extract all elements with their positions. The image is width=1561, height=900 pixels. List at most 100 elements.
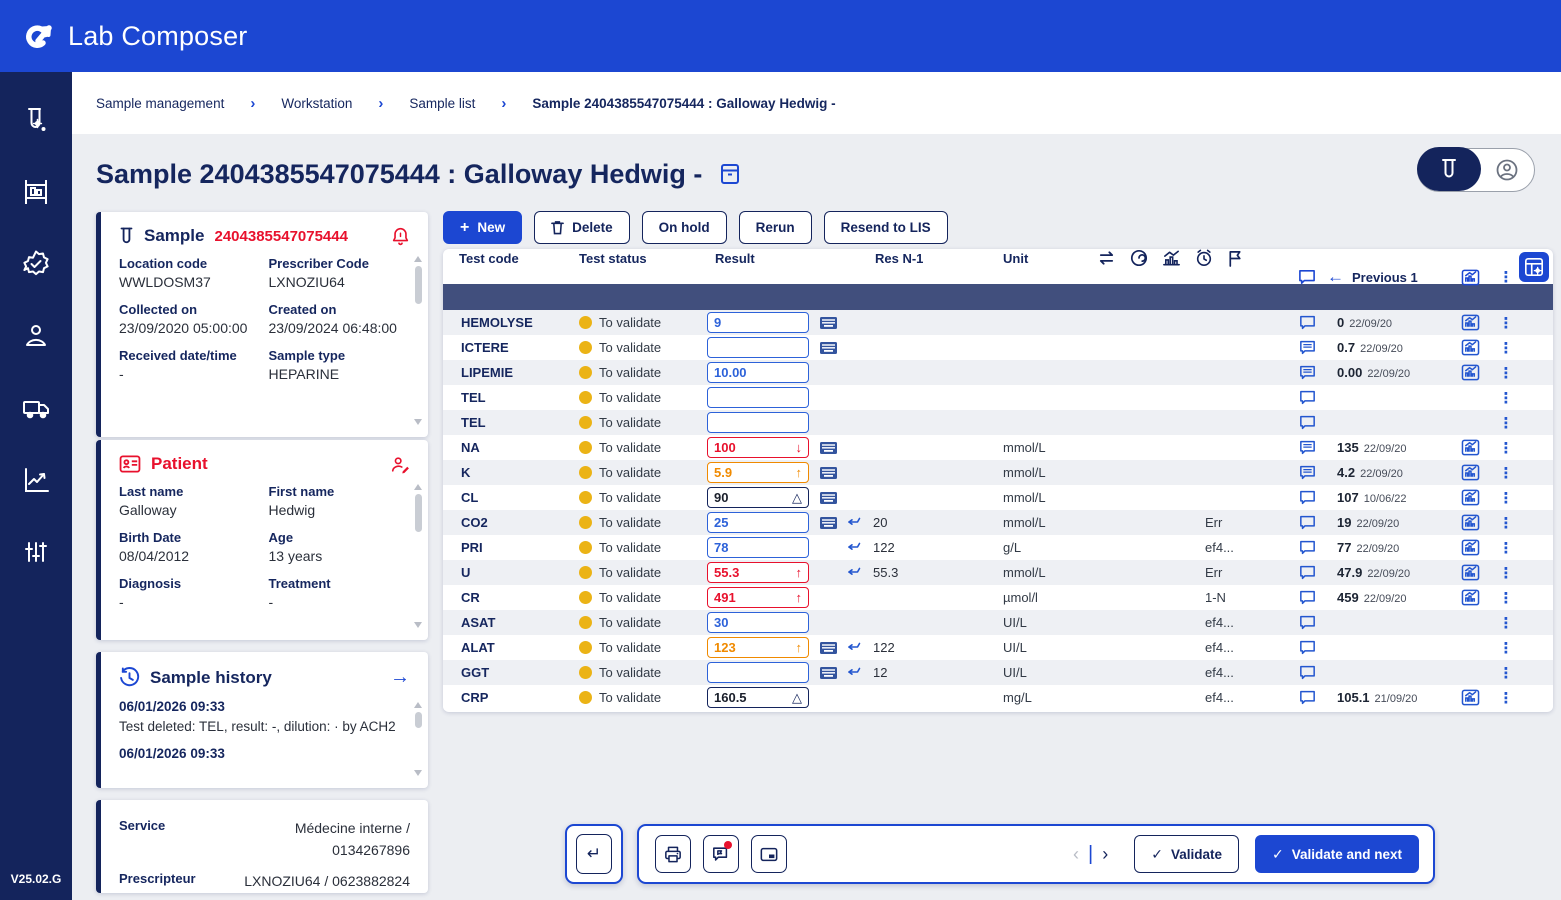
history-chart-column-icon[interactable] (1449, 269, 1491, 286)
table-row[interactable]: ALAT To validate 123↑ 122 UI/L ef4... ⋮ (443, 635, 1553, 660)
keyboard-entry-button[interactable] (815, 667, 841, 679)
table-row[interactable]: TEL To validate ⋮ (443, 385, 1553, 410)
result-input[interactable]: 160.5△ (707, 687, 809, 708)
breadcrumb-item[interactable]: Workstation (281, 96, 352, 111)
table-row[interactable]: NA To validate 100↓ mmol/L 13522/09/20 ⋮ (443, 435, 1553, 460)
tube-view-toggle[interactable] (1417, 147, 1481, 191)
sidebar-item-patient[interactable] (0, 300, 72, 372)
table-row[interactable]: ICTERE To validate 0.722/09/20 ⋮ (443, 335, 1553, 360)
row-comment-button[interactable] (1287, 390, 1327, 405)
result-input[interactable] (707, 412, 809, 433)
result-input[interactable]: 5.9↑ (707, 462, 809, 483)
row-chart-button[interactable] (1449, 464, 1491, 481)
result-input[interactable] (707, 337, 809, 358)
result-input[interactable]: 30 (707, 612, 809, 633)
breadcrumb-item[interactable]: Sample management (96, 96, 224, 111)
rerun-column-icon[interactable] (1097, 250, 1116, 266)
dilution-column-icon[interactable] (1130, 249, 1148, 267)
selected-row-bar[interactable] (443, 284, 1553, 310)
row-kebab-icon[interactable]: ⋮ (1491, 664, 1521, 682)
result-input[interactable]: 123↑ (707, 637, 809, 658)
table-row[interactable]: ASAT To validate 30 UI/L ef4... ⋮ (443, 610, 1553, 635)
row-chart-button[interactable] (1449, 314, 1491, 331)
row-kebab-icon[interactable]: ⋮ (1491, 464, 1521, 482)
result-input[interactable]: 10.00 (707, 362, 809, 383)
table-row[interactable]: U To validate 55.3↑ 55.3 mmol/L Err 47.9… (443, 560, 1553, 585)
table-row[interactable]: CO2 To validate 25 20 mmol/L Err 1922/09… (443, 510, 1553, 535)
sidebar-item-statistics[interactable] (0, 444, 72, 516)
table-row[interactable]: LIPEMIE To validate 10.00 0.0022/09/20 ⋮ (443, 360, 1553, 385)
card-reader-button[interactable] (751, 835, 787, 873)
sample-card-scrollbar[interactable] (413, 256, 423, 425)
row-kebab-icon[interactable]: ⋮ (1491, 564, 1521, 582)
return-button[interactable]: ↵ (576, 834, 612, 874)
comment-column-icon[interactable] (1287, 269, 1327, 285)
row-comment-button[interactable] (1287, 465, 1327, 480)
row-chart-button[interactable] (1449, 339, 1491, 356)
alarm-column-icon[interactable] (1195, 249, 1213, 267)
patient-card-scrollbar[interactable] (413, 484, 423, 628)
validate-and-next-button[interactable]: ✓ Validate and next (1255, 835, 1419, 873)
row-comment-button[interactable] (1287, 440, 1327, 455)
row-chart-button[interactable] (1449, 689, 1491, 706)
row-comment-button[interactable] (1287, 590, 1327, 605)
alarm-bell-icon[interactable] (391, 226, 410, 246)
breadcrumb-item[interactable]: Sample list (409, 96, 475, 111)
row-comment-button[interactable] (1287, 415, 1327, 430)
row-comment-button[interactable] (1287, 540, 1327, 555)
table-row[interactable]: GGT To validate 12 UI/L ef4... ⋮ (443, 660, 1553, 685)
keyboard-entry-button[interactable] (815, 442, 841, 454)
validate-button[interactable]: ✓ Validate (1134, 835, 1239, 873)
chart-column-icon[interactable] (1162, 250, 1181, 266)
table-row[interactable]: PRI To validate 78 122 g/L ef4... 7722/0… (443, 535, 1553, 560)
row-kebab-icon[interactable]: ⋮ (1491, 639, 1521, 657)
table-row[interactable]: TEL To validate ⋮ (443, 410, 1553, 435)
result-input[interactable] (707, 387, 809, 408)
row-chart-button[interactable] (1449, 514, 1491, 531)
table-row[interactable]: CL To validate 90△ mmol/L 10710/06/22 ⋮ (443, 485, 1553, 510)
result-input[interactable]: 78 (707, 537, 809, 558)
row-comment-button[interactable] (1287, 490, 1327, 505)
keyboard-entry-button[interactable] (815, 517, 841, 529)
resend-to-lis-button[interactable]: Resend to LIS (824, 211, 948, 244)
row-kebab-icon[interactable]: ⋮ (1491, 314, 1521, 332)
row-chart-button[interactable] (1449, 589, 1491, 606)
table-row[interactable]: CRP To validate 160.5△ mg/L ef4... 105.1… (443, 685, 1553, 710)
row-chart-button[interactable] (1449, 564, 1491, 581)
table-row[interactable]: HEMOLYSE To validate 9 022/09/20 ⋮ (443, 310, 1553, 335)
on-hold-button[interactable]: On hold (642, 211, 727, 244)
row-comment-button[interactable] (1287, 615, 1327, 630)
result-input[interactable]: 100↓ (707, 437, 809, 458)
keyboard-entry-button[interactable] (815, 492, 841, 504)
row-kebab-icon[interactable]: ⋮ (1491, 614, 1521, 632)
sidebar-item-transport[interactable] (0, 372, 72, 444)
rerun-button[interactable]: Rerun (739, 211, 812, 244)
person-view-toggle[interactable] (1481, 158, 1535, 182)
row-kebab-icon[interactable]: ⋮ (1491, 689, 1521, 707)
row-kebab-icon[interactable]: ⋮ (1491, 364, 1521, 382)
keyboard-entry-button[interactable] (815, 467, 841, 479)
comment-flag-button[interactable] (703, 835, 739, 873)
result-input[interactable] (707, 662, 809, 683)
table-settings-button[interactable] (1519, 252, 1549, 282)
history-card-scrollbar[interactable] (413, 702, 423, 776)
history-open-icon[interactable]: → (390, 666, 410, 689)
row-kebab-icon[interactable]: ⋮ (1491, 339, 1521, 357)
keyboard-entry-button[interactable] (815, 642, 841, 654)
row-comment-button[interactable] (1287, 515, 1327, 530)
sidebar-item-sample-management[interactable] (0, 84, 72, 156)
row-chart-button[interactable] (1449, 539, 1491, 556)
delete-button[interactable]: Delete (534, 211, 630, 244)
row-comment-button[interactable] (1287, 690, 1327, 705)
print-button[interactable] (655, 835, 691, 873)
row-kebab-icon[interactable]: ⋮ (1491, 439, 1521, 457)
row-comment-button[interactable] (1287, 565, 1327, 580)
keyboard-entry-button[interactable] (815, 342, 841, 354)
keyboard-entry-button[interactable] (815, 317, 841, 329)
table-row[interactable]: CR To validate 491↑ µmol/l 1-N 45922/09/… (443, 585, 1553, 610)
row-kebab-icon[interactable]: ⋮ (1491, 389, 1521, 407)
row-comment-button[interactable] (1287, 640, 1327, 655)
patient-edit-icon[interactable] (390, 455, 410, 474)
result-input[interactable]: 55.3↑ (707, 562, 809, 583)
row-chart-button[interactable] (1449, 439, 1491, 456)
